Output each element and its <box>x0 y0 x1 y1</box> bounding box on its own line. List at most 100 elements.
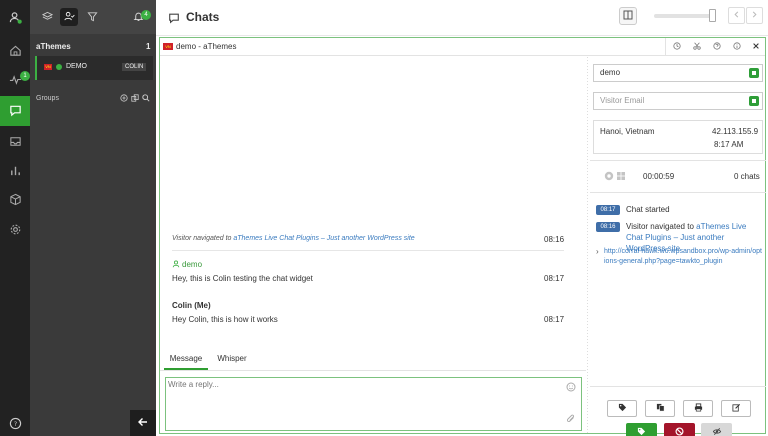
nav-reports[interactable] <box>0 157 30 185</box>
tag-icon <box>618 403 627 414</box>
event-time-tag: 08:16 <box>596 222 620 232</box>
help-tab-button[interactable] <box>707 38 727 55</box>
tag-button[interactable] <box>607 400 637 417</box>
next-chat-button[interactable] <box>746 7 763 24</box>
visitor-message-time: 08:17 <box>544 274 565 283</box>
chevron-left-icon <box>733 11 740 20</box>
print-button[interactable] <box>683 400 713 417</box>
agent-name: Colin (Me) <box>172 301 211 310</box>
zoom-slider[interactable] <box>654 14 716 18</box>
close-chat-button[interactable] <box>747 38 765 55</box>
svg-text:?: ? <box>13 419 16 427</box>
chat-agent-tag: COLIN <box>122 63 147 71</box>
question-circle-icon <box>713 41 721 52</box>
panel-splitter[interactable] <box>586 57 589 433</box>
nav-chats[interactable] <box>0 96 30 126</box>
event-chat-started: Chat started <box>626 205 670 214</box>
visitor-local-time: 8:17 AM <box>714 140 744 149</box>
layers-button[interactable] <box>38 8 56 26</box>
navigation-link[interactable]: aThemes Live Chat Plugins – Just another… <box>233 235 414 242</box>
divider <box>160 370 586 371</box>
visitor-name-field[interactable]: demo <box>593 64 763 82</box>
copy-icon[interactable] <box>131 94 139 104</box>
visitor-name: demo <box>182 260 203 269</box>
chat-tab-bar: VN demo - aThemes <box>160 38 765 56</box>
save-icon[interactable] <box>749 96 759 106</box>
event-url[interactable]: http://corral-hawk.w6.wpsandbox.pro/wp-a… <box>604 247 762 267</box>
event-navigation-prefix: Visitor navigated to <box>626 222 697 231</box>
notifications-badge: 4 <box>141 10 151 20</box>
nav-settings[interactable] <box>0 216 30 244</box>
cube-icon <box>9 193 22 208</box>
columns-icon <box>623 10 633 22</box>
emoji-icon[interactable] <box>566 382 576 394</box>
filter-button[interactable] <box>83 8 101 26</box>
edit-icon <box>731 403 741 414</box>
cut-button[interactable] <box>687 38 707 55</box>
help-button[interactable]: ? <box>0 410 30 436</box>
nav-monitoring[interactable]: 1 <box>0 66 30 94</box>
visitor-email-field[interactable]: Visitor Email <box>593 92 763 110</box>
tab-whisper[interactable]: Whisper <box>210 348 254 370</box>
ban-icon <box>675 427 684 436</box>
chat-list-item[interactable]: VN DEMO COLIN <box>35 56 153 80</box>
info-button[interactable] <box>727 38 747 55</box>
chevron-right-icon: › <box>596 247 599 256</box>
group-count: 1 <box>146 42 151 51</box>
nav-home[interactable] <box>0 37 30 65</box>
edit-button[interactable] <box>721 400 751 417</box>
split-view-button[interactable] <box>619 7 637 25</box>
visitor-ip: 42.113.155.9 <box>712 127 759 136</box>
chat-bubble-icon <box>9 104 22 119</box>
monitoring-badge: 1 <box>20 71 30 81</box>
gear-icon <box>9 223 22 238</box>
bar-chart-icon <box>9 164 22 179</box>
chat-bubble-icon <box>168 12 180 26</box>
visitor-location-card: Hanoi, Vietnam 42.113.155.9 8:17 AM <box>593 120 763 154</box>
event-time-tag: 08:17 <box>596 205 620 215</box>
inbox-icon <box>9 135 22 150</box>
agent-message: Hey Colin, this is how it works <box>172 315 278 324</box>
chat-tab-title: demo - aThemes <box>176 42 237 51</box>
nav-inbox[interactable] <box>0 128 30 156</box>
add-group-icon[interactable] <box>120 94 128 104</box>
divider <box>590 386 766 387</box>
add-tag-button[interactable] <box>626 423 657 436</box>
chat-duration: 00:00:59 <box>643 172 675 181</box>
copy-transcript-button[interactable] <box>645 400 675 417</box>
attachment-icon[interactable] <box>566 414 576 426</box>
scissors-icon <box>693 42 701 52</box>
navigation-time: 08:16 <box>544 235 565 244</box>
conversation-area: Visitor navigated to aThemes Live Chat P… <box>160 57 588 347</box>
divider <box>590 160 766 161</box>
ban-visitor-button[interactable] <box>664 423 695 436</box>
flag-icon: VN <box>163 43 173 50</box>
user-icon <box>172 260 180 270</box>
agent-message-time: 08:17 <box>544 315 565 324</box>
profile-button[interactable] <box>0 4 30 32</box>
online-dot-icon <box>56 64 62 70</box>
collapse-panel-button[interactable] <box>130 410 156 436</box>
list-toolbar: 4 <box>30 0 156 34</box>
nav-addons[interactable] <box>0 186 30 214</box>
save-icon[interactable] <box>749 68 759 78</box>
reply-box[interactable] <box>165 377 582 431</box>
reply-input[interactable] <box>168 380 558 426</box>
chevron-right-icon <box>751 11 758 20</box>
hide-button[interactable] <box>701 423 732 436</box>
print-icon <box>694 403 703 414</box>
group-name: aThemes <box>36 42 71 51</box>
visitor-name-value: demo <box>600 68 621 77</box>
my-chats-button[interactable] <box>60 8 78 26</box>
chat-window: VN demo - aThemes Visitor navigated to a… <box>159 37 766 436</box>
clock-icon <box>672 41 681 52</box>
navigation-prefix: Visitor navigated to <box>172 235 234 242</box>
visitor-email-placeholder: Visitor Email <box>600 96 645 105</box>
search-icon[interactable] <box>142 94 150 104</box>
navigation-event: Visitor navigated to aThemes Live Chat P… <box>172 235 415 242</box>
visitor-message: Hey, this is Colin testing the chat widg… <box>172 274 313 283</box>
tab-message[interactable]: Message <box>164 348 208 370</box>
zoom-slider-handle[interactable] <box>709 9 716 22</box>
prev-chat-button[interactable] <box>728 7 745 24</box>
history-button[interactable] <box>665 38 687 55</box>
